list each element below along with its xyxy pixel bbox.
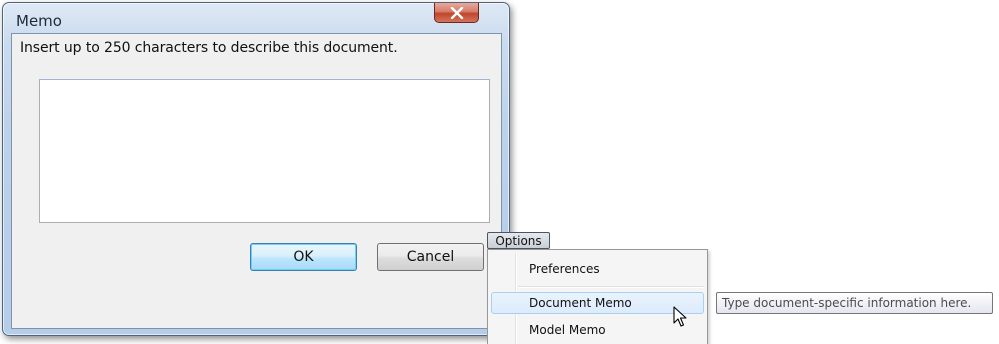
ok-button[interactable]: OK — [250, 243, 357, 271]
memo-textarea[interactable] — [39, 79, 490, 223]
close-x-icon — [450, 6, 463, 19]
cancel-button[interactable]: Cancel — [377, 243, 484, 271]
options-button[interactable]: Options — [487, 232, 550, 249]
memo-instructions: Insert up to 250 characters to describe … — [20, 40, 398, 56]
close-button[interactable] — [434, 3, 479, 23]
dialog-title: Memo — [16, 12, 62, 30]
menu-item-label: Document Memo — [529, 296, 632, 310]
tooltip: Type document-specific information here. — [716, 292, 993, 314]
menu-separator — [518, 286, 704, 288]
dialog-client-area: Insert up to 250 characters to describe … — [11, 33, 502, 329]
mouse-pointer-icon — [673, 306, 687, 327]
memo-dialog: Memo Insert up to 250 characters to desc… — [2, 2, 510, 336]
menu-item-label: Preferences — [529, 262, 600, 276]
tooltip-text: Type document-specific information here. — [722, 296, 972, 310]
menu-item-preferences[interactable]: Preferences — [491, 258, 704, 280]
menu-item-label: Model Memo — [529, 323, 606, 337]
options-menu: Preferences Document Memo Model Memo — [487, 249, 708, 344]
